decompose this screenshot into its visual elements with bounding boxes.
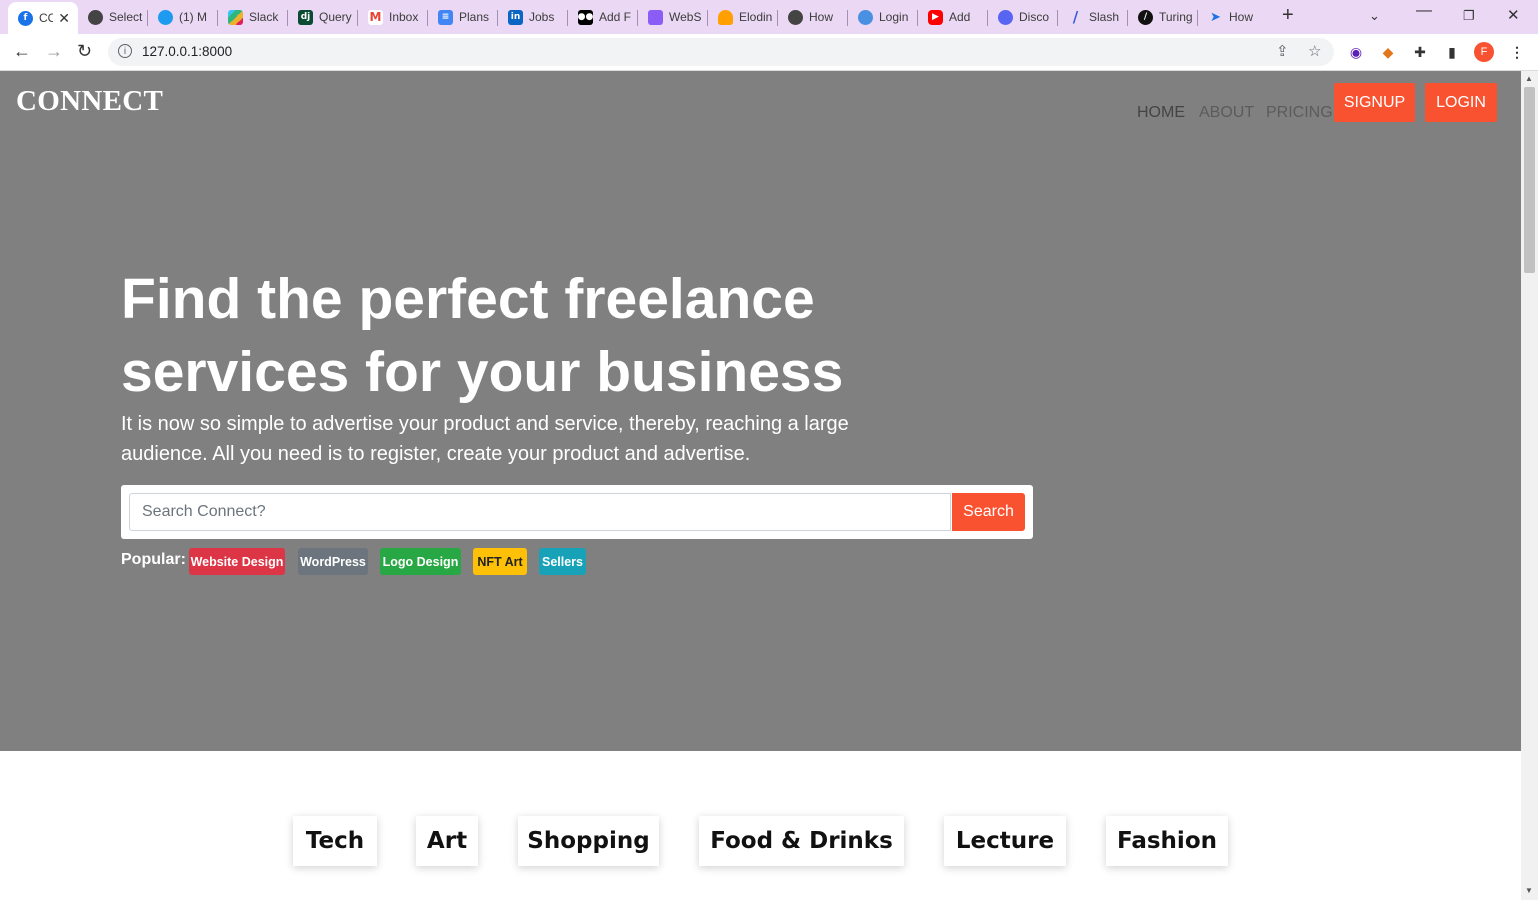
url-text[interactable]: 127.0.0.1:8000: [142, 44, 232, 59]
tab-turing[interactable]: / Turing: [1128, 4, 1198, 30]
globe-icon: [788, 9, 803, 25]
brand-logo[interactable]: CONNECT: [16, 85, 163, 118]
tab-login[interactable]: Login: [848, 4, 918, 30]
tab-connect[interactable]: f CONNECT ✕: [8, 2, 78, 34]
tab-add-youtube[interactable]: ▶ Add: [918, 4, 988, 30]
arrow-icon: ➤: [1210, 9, 1221, 25]
twitter-icon: [158, 9, 173, 25]
tag-nft-art[interactable]: NFT Art: [473, 548, 527, 575]
tab-webs[interactable]: WebS: [638, 4, 708, 30]
tab-elodin[interactable]: Elodin: [708, 4, 778, 30]
search-input[interactable]: [129, 493, 951, 531]
category-fashion[interactable]: Fashion: [1106, 816, 1228, 866]
tab-add-f[interactable]: ●● Add F: [568, 4, 638, 30]
connect-favicon: f: [18, 10, 33, 26]
category-art[interactable]: Art: [416, 816, 478, 866]
search-bar: Search: [121, 485, 1033, 539]
tab-jobs[interactable]: in Jobs: [498, 4, 568, 30]
docs-icon: ≡: [438, 9, 453, 25]
browser-toolbar: ← → ↻ i 127.0.0.1:8000 ⇪ ☆ ◉ ◆ ✚ ▮ F ⋮: [0, 34, 1538, 71]
metamask-icon[interactable]: ◆: [1379, 43, 1397, 61]
forward-icon[interactable]: →: [45, 41, 63, 62]
new-tab-icon[interactable]: +: [1282, 4, 1294, 27]
site-info-icon[interactable]: i: [118, 44, 132, 58]
login-icon: [858, 9, 873, 25]
tag-wordpress[interactable]: WordPress: [298, 548, 368, 575]
address-bar[interactable]: i 127.0.0.1:8000 ⇪ ☆: [108, 38, 1334, 66]
close-window-icon[interactable]: ✕: [1507, 6, 1520, 24]
websocket-icon: [648, 9, 663, 25]
tab-title: CONNECT: [39, 11, 53, 25]
gmail-icon: M: [368, 9, 383, 25]
tab-slash[interactable]: / Slash: [1058, 4, 1128, 30]
tab-search-icon[interactable]: ⌄: [1369, 8, 1380, 24]
tab-discord[interactable]: Disco: [988, 4, 1058, 30]
search-button[interactable]: Search: [952, 493, 1025, 531]
scroll-down-icon[interactable]: ▼: [1525, 886, 1533, 895]
django-icon: dj: [298, 9, 313, 25]
scroll-up-icon[interactable]: ▲: [1525, 74, 1533, 83]
extension-circle-icon[interactable]: ◉: [1347, 43, 1365, 61]
signup-button[interactable]: SIGNUP: [1334, 83, 1415, 122]
bookmark-star-icon[interactable]: ☆: [1308, 42, 1321, 60]
page-viewport: CONNECT HOME ABOUT PRICING SIGNUP LOGIN …: [0, 71, 1521, 900]
tab-slack[interactable]: Slack: [218, 4, 288, 30]
close-tab-icon[interactable]: ✕: [58, 10, 70, 27]
category-food-drinks[interactable]: Food & Drinks: [699, 816, 904, 866]
firebase-icon: [718, 9, 733, 25]
side-panel-icon[interactable]: ▮: [1443, 43, 1461, 61]
share-icon[interactable]: ⇪: [1276, 42, 1289, 60]
tab-query[interactable]: dj Query: [288, 4, 358, 30]
tag-website-design[interactable]: Website Design: [189, 548, 285, 575]
globe-icon: [88, 9, 103, 25]
discord-icon: [998, 9, 1013, 25]
turing-icon: /: [1138, 9, 1153, 25]
tag-logo-design[interactable]: Logo Design: [380, 548, 461, 575]
profile-avatar[interactable]: F: [1474, 42, 1494, 62]
reload-icon[interactable]: ↻: [77, 41, 92, 62]
nav-pricing[interactable]: PRICING: [1266, 104, 1333, 122]
minimize-icon[interactable]: —: [1416, 2, 1432, 20]
popular-label: Popular:: [121, 551, 186, 568]
category-tech[interactable]: Tech: [293, 816, 377, 866]
login-button[interactable]: LOGIN: [1425, 83, 1497, 122]
youtube-icon: ▶: [928, 9, 943, 25]
browser-tab-strip: f CONNECT ✕ Select (1) M Slack djQuery M…: [0, 0, 1538, 34]
headline-line-1: Find the perfect freelance: [121, 267, 815, 331]
slash-icon: /: [1072, 8, 1079, 26]
tab-twitter[interactable]: (1) M: [148, 4, 218, 30]
nav-about[interactable]: ABOUT: [1199, 104, 1254, 122]
tab-plans[interactable]: ≡ Plans: [428, 4, 498, 30]
menu-kebab-icon[interactable]: ⋮: [1508, 43, 1526, 61]
category-shopping[interactable]: Shopping: [518, 816, 659, 866]
slack-icon: [228, 9, 243, 25]
headline-line-2: services for your business: [121, 340, 844, 404]
back-icon[interactable]: ←: [13, 41, 31, 62]
tab-how-2[interactable]: ➤ How: [1198, 4, 1268, 30]
hero-section: CONNECT HOME ABOUT PRICING SIGNUP LOGIN …: [0, 71, 1521, 751]
tab-select[interactable]: Select: [78, 4, 148, 30]
tab-inbox[interactable]: M Inbox: [358, 4, 428, 30]
linkedin-icon: in: [508, 9, 523, 25]
tag-sellers[interactable]: Sellers: [539, 548, 586, 575]
category-lecture[interactable]: Lecture: [944, 816, 1066, 866]
medium-icon: ●●: [578, 9, 593, 25]
nav-home[interactable]: HOME: [1137, 104, 1185, 122]
hero-subtitle: It is now so simple to advertise your pr…: [121, 413, 849, 465]
scrollbar-thumb[interactable]: [1524, 87, 1535, 273]
tab-how-1[interactable]: How: [778, 4, 848, 30]
restore-icon[interactable]: ❐: [1463, 8, 1475, 24]
extensions-puzzle-icon[interactable]: ✚: [1411, 43, 1429, 61]
hero-headline: Find the perfect freelance services for …: [121, 263, 1021, 409]
page-scrollbar[interactable]: ▲ ▼: [1521, 71, 1538, 900]
